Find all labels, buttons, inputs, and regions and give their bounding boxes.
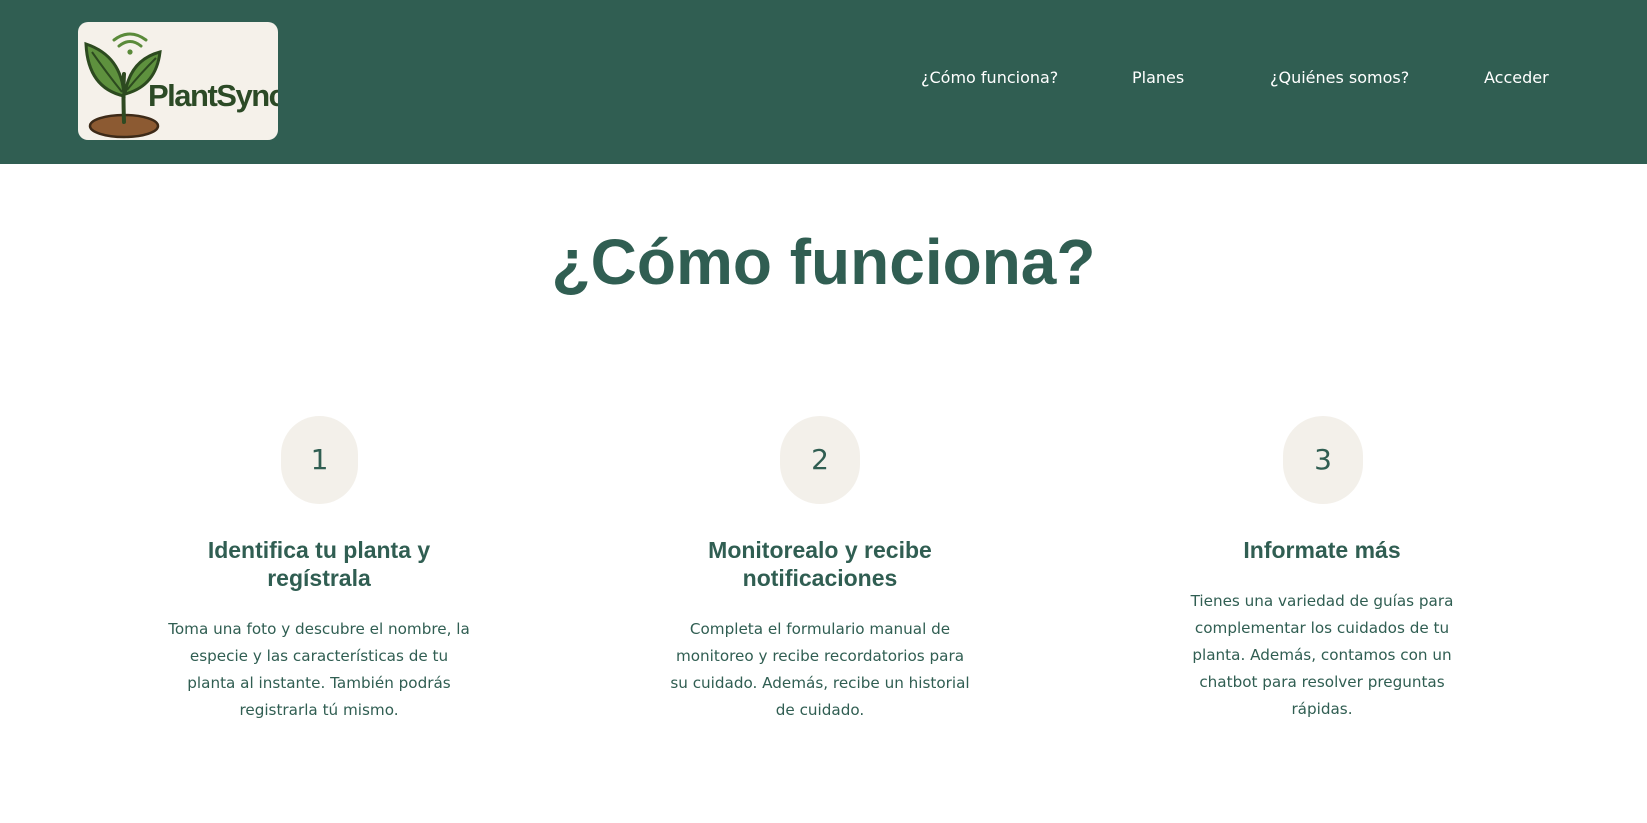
nav-link-como-funciona[interactable]: ¿Cómo funciona? [921,68,1058,87]
brand-name: PlantSync [148,78,278,113]
step-description: Toma una foto y descubre el nombre, la e… [168,620,470,719]
step-number-badge: 3 [1283,416,1363,504]
nav-link-acceder[interactable]: Acceder [1484,68,1549,87]
section-title: ¿Cómo funciona? [551,226,1096,298]
step-title: Identifica tu planta y regístrala [207,537,431,591]
step-number-badge: 1 [281,416,358,504]
nav-link-planes[interactable]: Planes [1132,68,1184,87]
nav-link-quienes-somos[interactable]: ¿Quiénes somos? [1270,68,1409,87]
step-number-badge: 2 [780,416,860,504]
step-description: Completa el formulario manual de monitor… [670,620,970,719]
step-title: Informate más [1243,537,1401,563]
step-title: Monitorealo y recibe notificaciones [708,537,932,591]
step-description: Tienes una variedad de guías para comple… [1190,592,1454,718]
brand-logo[interactable]: PlantSync [78,22,278,140]
site-header: PlantSync ¿Cómo funciona? Planes ¿Quiéne… [0,0,1647,164]
